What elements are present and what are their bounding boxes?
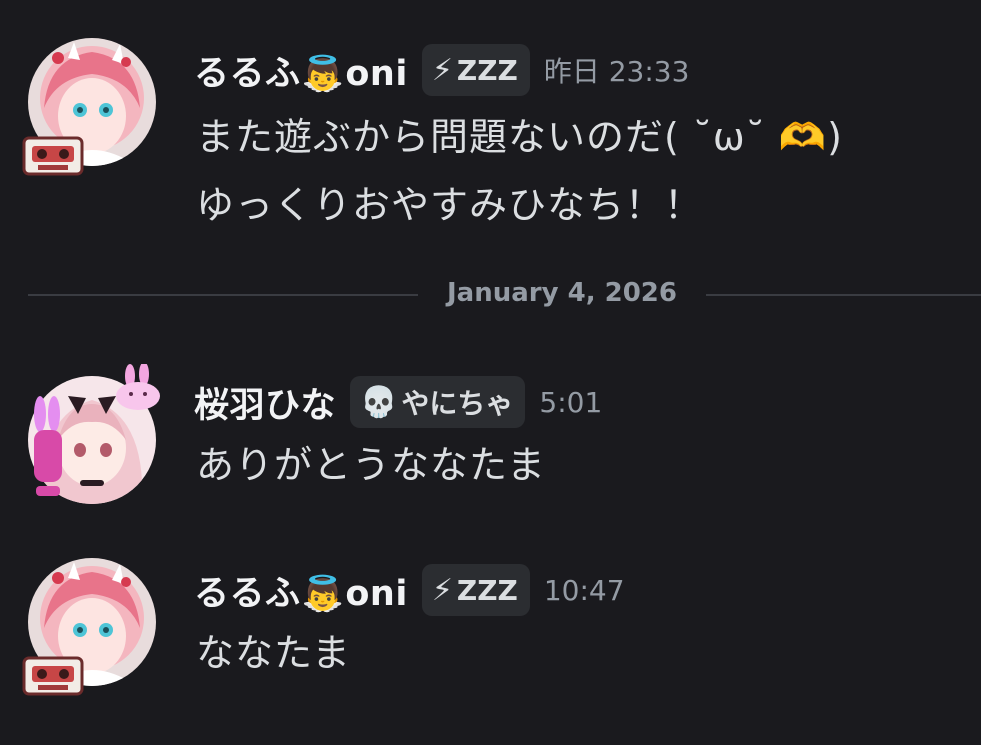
server-tag-label: ZZZ [456, 573, 518, 607]
divider-rule [28, 294, 418, 296]
timestamp[interactable]: 昨日 23:33 [544, 50, 690, 90]
message-header: るるふ👼oni ⚡ ZZZ 昨日 23:33 [194, 42, 689, 98]
username-suffix: oni [345, 53, 408, 94]
server-tag-label: ZZZ [456, 53, 518, 87]
message-header: るるふ👼oni ⚡ ZZZ 10:47 [194, 562, 625, 618]
date-divider: January 4, 2026 [28, 278, 981, 308]
message-header: 桜羽ひな 💀 やにちゃ 5:01 [194, 374, 602, 430]
cassette-tape-icon [22, 656, 84, 696]
username[interactable]: るるふ👼oni [194, 565, 408, 616]
bunny-icon [116, 364, 160, 410]
angel-emoji-icon: 👼 [301, 573, 345, 614]
username-suffix: oni [345, 573, 408, 614]
username[interactable]: るるふ👼oni [194, 45, 408, 96]
timestamp[interactable]: 10:47 [544, 574, 625, 607]
username[interactable]: 桜羽ひな [194, 377, 336, 428]
angel-emoji-icon: 👼 [301, 53, 345, 94]
username-text: るるふ [194, 573, 301, 614]
message-line: ななたま [196, 631, 351, 675]
cassette-tape-icon [22, 136, 84, 176]
server-tag[interactable]: ⚡ ZZZ [421, 564, 530, 616]
skull-icon: 💀 [360, 384, 398, 420]
server-tag-label: やにちゃ [401, 387, 514, 420]
username-text: るるふ [194, 53, 301, 94]
chat-log: るるふ👼oni ⚡ ZZZ 昨日 23:33 また遊ぶから問題ないのだ( ˘ω˘… [0, 0, 981, 745]
message-line: ゆっくりおやすみひなち！！ [196, 183, 704, 227]
message-line: また遊ぶから問題ないのだ( ˘ω˘ 🫶) [196, 115, 843, 159]
bunny-stand-icon [34, 396, 62, 496]
lightning-icon: ⚡ [431, 572, 453, 608]
server-tag[interactable]: 💀 やにちゃ [350, 376, 526, 428]
timestamp[interactable]: 5:01 [539, 386, 602, 419]
divider-date: January 4, 2026 [447, 278, 677, 308]
message-line: ありがとうななたま [196, 443, 546, 487]
divider-rule [706, 294, 981, 296]
lightning-icon: ⚡ [431, 52, 453, 88]
server-tag[interactable]: ⚡ ZZZ [421, 44, 530, 96]
